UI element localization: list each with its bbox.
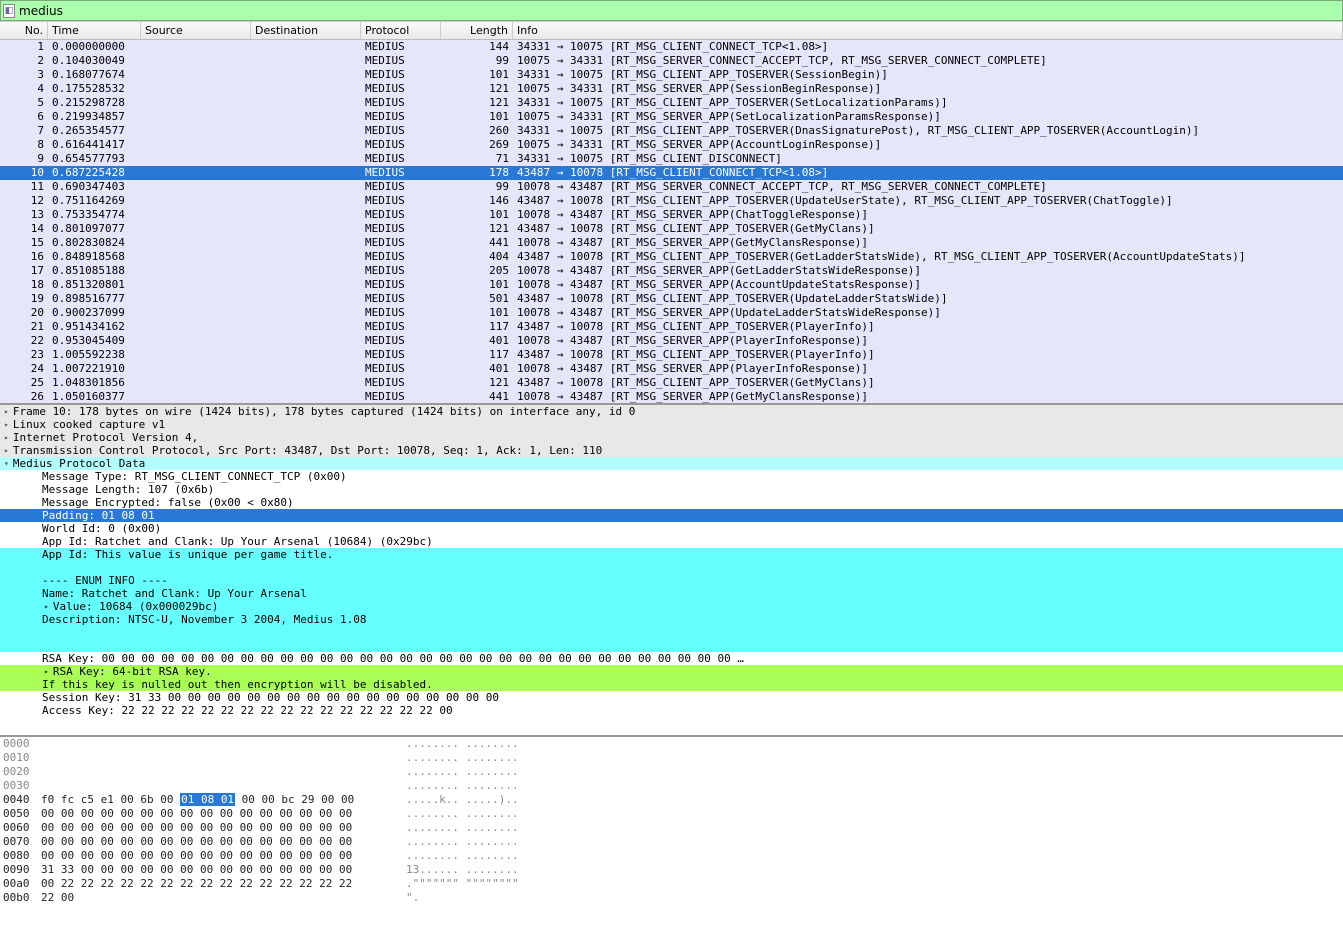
detail-line[interactable]: Padding: 01 08 01 bbox=[0, 509, 1343, 522]
display-filter-input[interactable] bbox=[19, 4, 1340, 18]
hex-row[interactable]: 00b022 00". bbox=[0, 891, 1343, 905]
detail-line[interactable]: World Id: 0 (0x00) bbox=[0, 522, 1343, 535]
hex-row[interactable]: 0030........ ........ bbox=[0, 779, 1343, 793]
packet-row[interactable]: 40.175528532MEDIUS12110075 → 34331 [RT_M… bbox=[0, 82, 1343, 96]
detail-line[interactable]: Internet Protocol Version 4, bbox=[0, 431, 1343, 444]
packet-row[interactable]: 160.848918568MEDIUS40443487 → 10078 [RT_… bbox=[0, 250, 1343, 264]
hex-row[interactable]: 0010........ ........ bbox=[0, 751, 1343, 765]
hex-row[interactable]: 0020........ ........ bbox=[0, 765, 1343, 779]
detail-line[interactable]: Linux cooked capture v1 bbox=[0, 418, 1343, 431]
packet-row[interactable]: 140.801097077MEDIUS12143487 → 10078 [RT_… bbox=[0, 222, 1343, 236]
hex-row[interactable]: 00a000 22 22 22 22 22 22 22 22 22 22 22 … bbox=[0, 877, 1343, 891]
detail-line[interactable]: Session Key: 31 33 00 00 00 00 00 00 00 … bbox=[0, 691, 1343, 704]
packet-row[interactable]: 210.951434162MEDIUS11743487 → 10078 [RT_… bbox=[0, 320, 1343, 334]
packet-row[interactable]: 10.000000000MEDIUS14434331 → 10075 [RT_M… bbox=[0, 40, 1343, 54]
packet-list-header[interactable]: No. Time Source Destination Protocol Len… bbox=[0, 22, 1343, 40]
detail-line[interactable]: If this key is nulled out then encryptio… bbox=[0, 678, 1343, 691]
hex-row[interactable]: 008000 00 00 00 00 00 00 00 00 00 00 00 … bbox=[0, 849, 1343, 863]
column-protocol[interactable]: Protocol bbox=[361, 22, 441, 39]
packet-row[interactable]: 150.802830824MEDIUS44110078 → 43487 [RT_… bbox=[0, 236, 1343, 250]
detail-line[interactable]: Message Length: 107 (0x6b) bbox=[0, 483, 1343, 496]
packet-row[interactable]: 261.050160377MEDIUS44110078 → 43487 [RT_… bbox=[0, 390, 1343, 403]
packet-bytes-pane[interactable]: 0000........ ........0010........ ......… bbox=[0, 735, 1343, 930]
column-no[interactable]: No. bbox=[0, 22, 48, 39]
display-filter-bar[interactable]: ◧ bbox=[0, 0, 1343, 21]
column-destination[interactable]: Destination bbox=[251, 22, 361, 39]
packet-row[interactable]: 251.048301856MEDIUS12143487 → 10078 [RT_… bbox=[0, 376, 1343, 390]
detail-line[interactable]: Message Type: RT_MSG_CLIENT_CONNECT_TCP … bbox=[0, 470, 1343, 483]
detail-line[interactable] bbox=[0, 561, 1343, 574]
packet-row[interactable]: 200.900237099MEDIUS10110078 → 43487 [RT_… bbox=[0, 306, 1343, 320]
column-length[interactable]: Length bbox=[441, 22, 513, 39]
packet-row[interactable]: 70.265354577MEDIUS26034331 → 10075 [RT_M… bbox=[0, 124, 1343, 138]
packet-row[interactable]: 50.215298728MEDIUS12134331 → 10075 [RT_M… bbox=[0, 96, 1343, 110]
packet-row[interactable]: 170.851085188MEDIUS20510078 → 43487 [RT_… bbox=[0, 264, 1343, 278]
packet-row[interactable]: 30.168077674MEDIUS10134331 → 10075 [RT_M… bbox=[0, 68, 1343, 82]
detail-line[interactable]: ▸Value: 10684 (0x000029bc) bbox=[0, 600, 1343, 613]
detail-line[interactable]: Medius Protocol Data bbox=[0, 457, 1343, 470]
hex-row[interactable]: 0000........ ........ bbox=[0, 737, 1343, 751]
packet-row[interactable]: 231.005592238MEDIUS11743487 → 10078 [RT_… bbox=[0, 348, 1343, 362]
packet-row[interactable]: 190.898516777MEDIUS50143487 → 10078 [RT_… bbox=[0, 292, 1343, 306]
detail-line[interactable]: Description: NTSC-U, November 3 2004, Me… bbox=[0, 613, 1343, 626]
packet-details-pane[interactable]: Frame 10: 178 bytes on wire (1424 bits),… bbox=[0, 403, 1343, 735]
packet-row[interactable]: 120.751164269MEDIUS14643487 → 10078 [RT_… bbox=[0, 194, 1343, 208]
packet-row[interactable]: 90.654577793MEDIUS7134331 → 10075 [RT_MS… bbox=[0, 152, 1343, 166]
detail-line[interactable]: Frame 10: 178 bytes on wire (1424 bits),… bbox=[0, 405, 1343, 418]
packet-row[interactable]: 180.851320801MEDIUS10110078 → 43487 [RT_… bbox=[0, 278, 1343, 292]
packet-row[interactable]: 100.687225428MEDIUS17843487 → 10078 [RT_… bbox=[0, 166, 1343, 180]
detail-line[interactable]: App Id: Ratchet and Clank: Up Your Arsen… bbox=[0, 535, 1343, 548]
packet-row[interactable]: 110.690347403MEDIUS9910078 → 43487 [RT_M… bbox=[0, 180, 1343, 194]
detail-line[interactable]: Message Encrypted: false (0x00 < 0x80) bbox=[0, 496, 1343, 509]
packet-row[interactable]: 241.007221910MEDIUS40110078 → 43487 [RT_… bbox=[0, 362, 1343, 376]
bookmark-icon[interactable]: ◧ bbox=[3, 4, 15, 18]
packet-row[interactable]: 80.616441417MEDIUS26910075 → 34331 [RT_M… bbox=[0, 138, 1343, 152]
column-time[interactable]: Time bbox=[48, 22, 141, 39]
detail-line[interactable]: Name: Ratchet and Clank: Up Your Arsenal bbox=[0, 587, 1343, 600]
packet-row[interactable]: 220.953045409MEDIUS40110078 → 43487 [RT_… bbox=[0, 334, 1343, 348]
hex-row[interactable]: 006000 00 00 00 00 00 00 00 00 00 00 00 … bbox=[0, 821, 1343, 835]
hex-row[interactable]: 0040f0 fc c5 e1 00 6b 00 01 08 01 00 00 … bbox=[0, 793, 1343, 807]
detail-line[interactable]: ▸RSA Key: 64-bit RSA key. bbox=[0, 665, 1343, 678]
packet-list-pane[interactable]: No. Time Source Destination Protocol Len… bbox=[0, 21, 1343, 403]
packet-row[interactable]: 60.219934857MEDIUS10110075 → 34331 [RT_M… bbox=[0, 110, 1343, 124]
packet-row[interactable]: 130.753354774MEDIUS10110078 → 43487 [RT_… bbox=[0, 208, 1343, 222]
detail-line[interactable]: RSA Key: 00 00 00 00 00 00 00 00 00 00 0… bbox=[0, 652, 1343, 665]
packet-row[interactable]: 20.104030049MEDIUS9910075 → 34331 [RT_MS… bbox=[0, 54, 1343, 68]
detail-line[interactable]: ---- ENUM INFO ---- bbox=[0, 574, 1343, 587]
detail-line[interactable]: Transmission Control Protocol, Src Port:… bbox=[0, 444, 1343, 457]
detail-line[interactable]: App Id: This value is unique per game ti… bbox=[0, 548, 1343, 561]
detail-line[interactable] bbox=[0, 626, 1343, 639]
column-info[interactable]: Info bbox=[513, 22, 1343, 39]
hex-row[interactable]: 009031 33 00 00 00 00 00 00 00 00 00 00 … bbox=[0, 863, 1343, 877]
column-source[interactable]: Source bbox=[141, 22, 251, 39]
hex-row[interactable]: 005000 00 00 00 00 00 00 00 00 00 00 00 … bbox=[0, 807, 1343, 821]
hex-row[interactable]: 007000 00 00 00 00 00 00 00 00 00 00 00 … bbox=[0, 835, 1343, 849]
detail-line[interactable]: Access Key: 22 22 22 22 22 22 22 22 22 2… bbox=[0, 704, 1343, 717]
detail-line[interactable] bbox=[0, 639, 1343, 652]
